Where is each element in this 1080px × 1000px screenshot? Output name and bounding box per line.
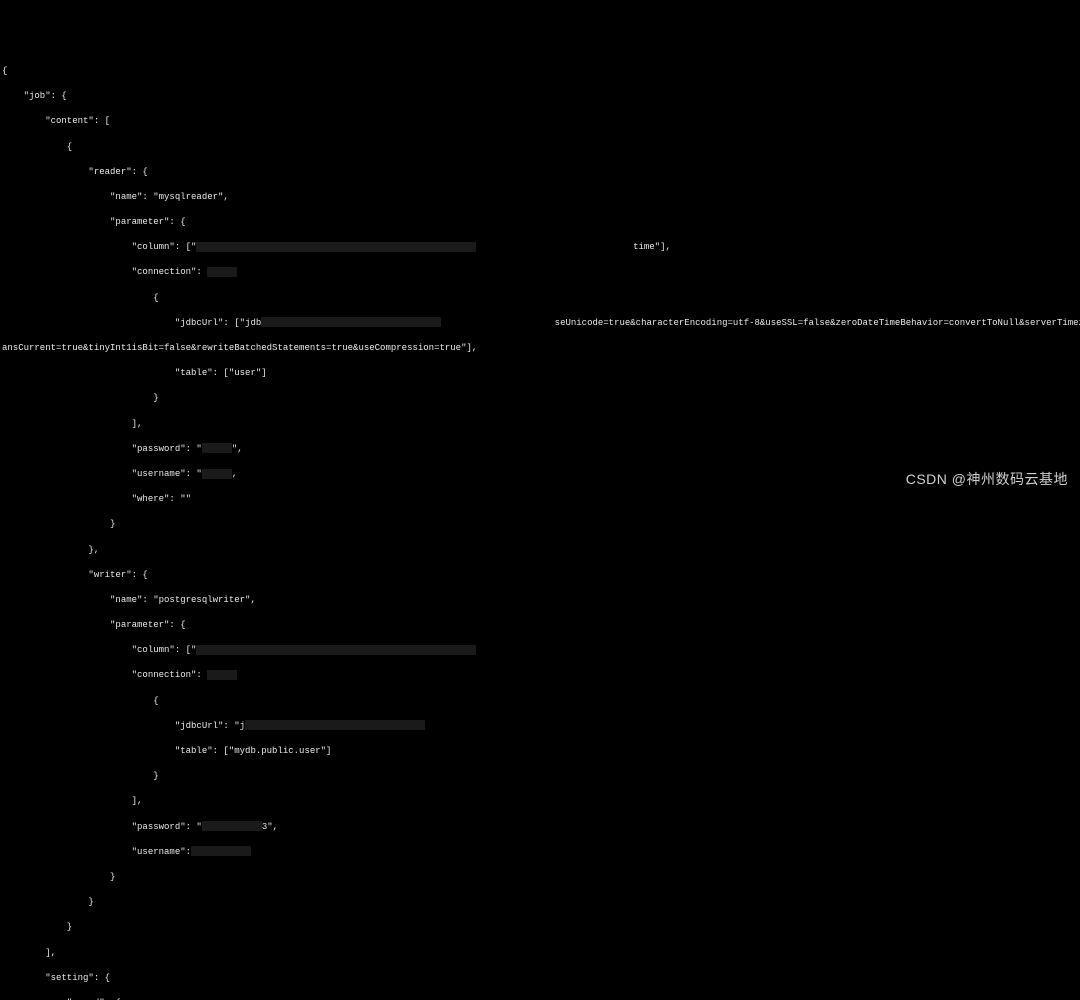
redacted-block [207,670,237,680]
code-line: } [2,871,1080,884]
redacted-block [191,846,251,856]
code-line: }, [2,544,1080,557]
code-line: } [2,921,1080,934]
code-line: } [2,518,1080,531]
code-line: "table": ["user"] [2,367,1080,380]
redacted-block [261,317,441,327]
code-line: ansCurrent=true&tinyInt1isBit=false&rewr… [2,342,1080,355]
code-line: "setting": { [2,972,1080,985]
code-line: { [2,141,1080,154]
code-line: "table": ["mydb.public.user"] [2,745,1080,758]
code-line: "connection": [2,266,1080,279]
code-line: { [2,695,1080,708]
code-line: "reader": { [2,166,1080,179]
code-line: ], [2,795,1080,808]
code-line: ], [2,418,1080,431]
redacted-block [202,469,232,479]
redacted-block [196,645,476,655]
redacted-block [207,267,237,277]
code-line: "where": "" [2,493,1080,506]
terminal-output: { "job": { "content": [ { "reader": { "n… [0,50,1080,1000]
code-line: "connection": [2,669,1080,682]
code-line: "content": [ [2,115,1080,128]
code-line: } [2,392,1080,405]
watermark: CSDN @神州数码云基地 [906,470,1068,490]
code-line: ], [2,947,1080,960]
code-line: "name": "postgresqlwriter", [2,594,1080,607]
code-line: "jdbcUrl": ["jdb seUnicode=true&characte… [2,317,1080,330]
code-line: { [2,65,1080,78]
code-line: "username": [2,846,1080,859]
code-line: "name": "mysqlreader", [2,191,1080,204]
code-line: "column": [" time"], [2,241,1080,254]
redacted-block [196,242,476,252]
code-line: } [2,770,1080,783]
redacted-block [245,720,425,730]
code-line: "writer": { [2,569,1080,582]
redacted-block [202,821,262,831]
code-line: "password": "3", [2,821,1080,834]
code-line: "column": [" [2,644,1080,657]
code-line: "parameter": { [2,216,1080,229]
code-line: "job": { [2,90,1080,103]
code-line: { [2,292,1080,305]
code-line: "speed": { [2,997,1080,1000]
code-line: } [2,896,1080,909]
code-line: "parameter": { [2,619,1080,632]
redacted-block [202,443,232,453]
code-line: "jdbcUrl": "j [2,720,1080,733]
code-line: "password": "", [2,443,1080,456]
